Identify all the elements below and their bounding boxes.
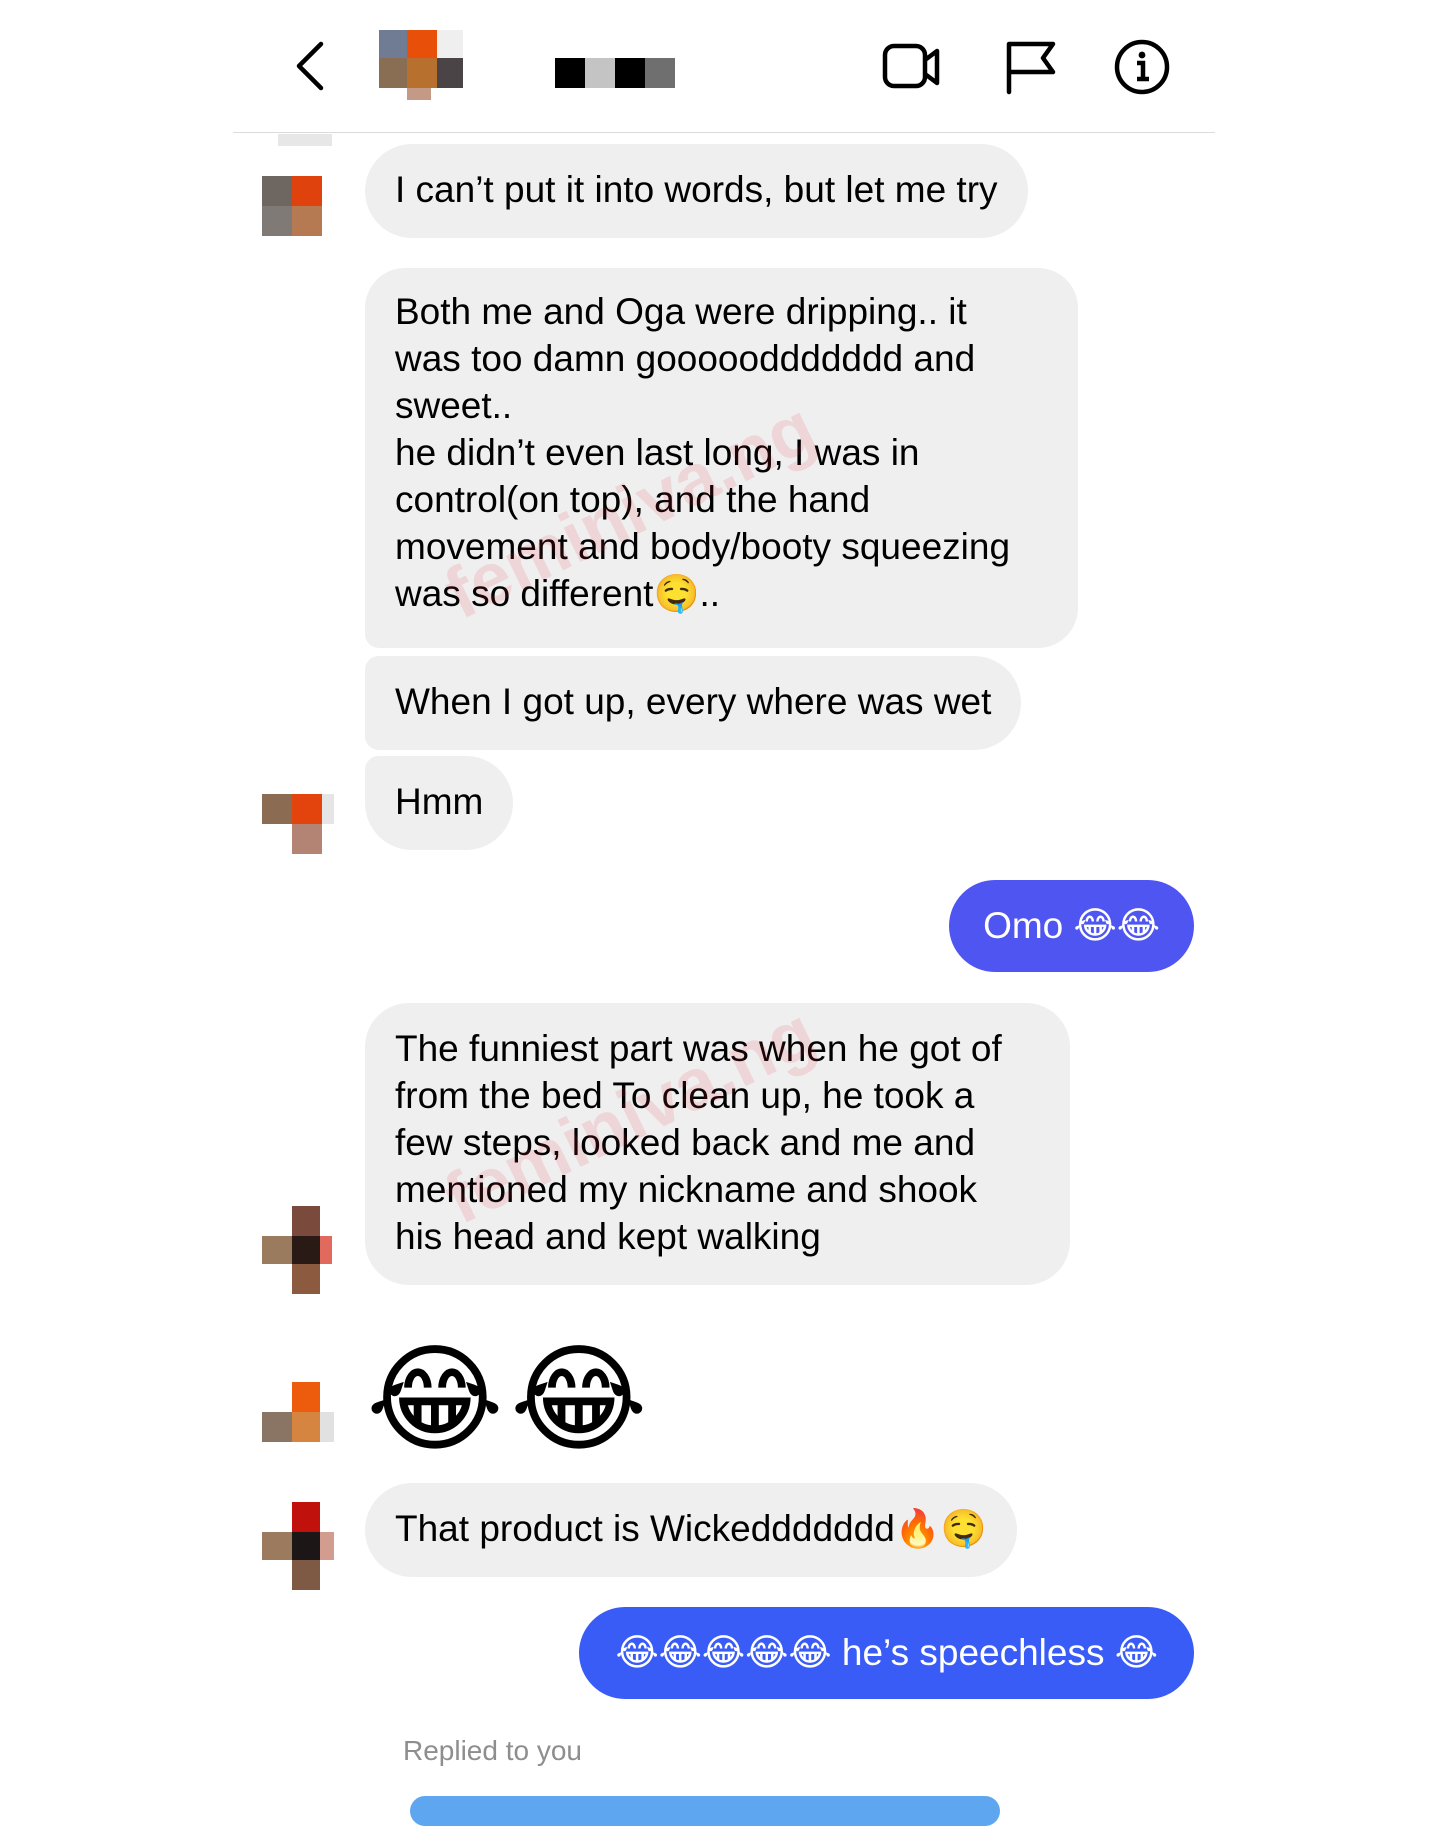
chevron-left-icon: [296, 41, 324, 91]
emoji-text: 😂😂: [366, 1334, 654, 1466]
message-text: 😂😂😂😂😂 he’s speechless 😂: [615, 1632, 1158, 1673]
chat-header: [233, 0, 1215, 133]
message-bubble-incoming[interactable]: Hmm: [365, 756, 514, 850]
info-icon: [1114, 39, 1170, 95]
message-bubble-outgoing[interactable]: 😂😂😂😂😂 he’s speechless 😂: [579, 1607, 1194, 1699]
video-call-icon: [882, 43, 940, 89]
message-line: sweet..: [395, 385, 513, 426]
message-bubble-incoming[interactable]: I can’t put it into words, but let me tr…: [365, 144, 1028, 238]
info-button[interactable]: [1111, 38, 1173, 96]
message-line: movement and body/booty squeezing: [395, 526, 1011, 567]
message-bubble-incoming[interactable]: That product is Wickeddddddd🔥🤤: [365, 1483, 1017, 1577]
avatar-partial: [278, 134, 332, 146]
back-button[interactable]: [291, 38, 331, 94]
message-bubble-outgoing[interactable]: Omo 😂😂: [949, 880, 1194, 972]
message-text: That product is Wickeddddddd🔥🤤: [395, 1508, 987, 1549]
emoji-message[interactable]: 😂😂: [366, 1330, 654, 1470]
reply-preview-bubble[interactable]: [410, 1796, 1000, 1826]
message-line: his head and kept walking: [395, 1216, 821, 1257]
sender-avatar[interactable]: [262, 176, 334, 236]
message-text: I can’t put it into words, but let me tr…: [395, 169, 998, 210]
message-line: was too damn goooooddddddd and: [395, 338, 976, 379]
contact-name-redacted[interactable]: [555, 58, 675, 88]
message-line: he didn’t even last long, I was in: [395, 432, 920, 473]
message-text: Omo 😂😂: [983, 905, 1160, 946]
video-call-button[interactable]: [881, 38, 943, 96]
message-line: from the bed To clean up, he took a: [395, 1075, 975, 1116]
message-line: The funniest part was when he got of: [395, 1028, 1002, 1069]
message-line: control(on top), and the hand: [395, 479, 871, 520]
message-line: Both me and Oga were dripping.. it: [395, 291, 967, 332]
message-text: Hmm: [395, 781, 484, 822]
sender-avatar[interactable]: [262, 1382, 334, 1442]
flag-icon: [1006, 41, 1056, 95]
message-bubble-incoming[interactable]: The funniest part was when he got of fro…: [365, 1003, 1070, 1285]
replied-to-you-label: Replied to you: [403, 1735, 583, 1766]
message-line: was so different🤤..: [395, 573, 721, 614]
report-button[interactable]: [1001, 38, 1063, 96]
contact-avatar-pixelated[interactable]: [379, 30, 471, 102]
message-line: mentioned my nickname and shook: [395, 1169, 978, 1210]
sender-avatar[interactable]: [262, 794, 334, 854]
message-text: When I got up, every where was wet: [395, 681, 992, 722]
sender-avatar[interactable]: [262, 1502, 334, 1590]
message-bubble-incoming[interactable]: When I got up, every where was wet: [365, 656, 1022, 750]
sender-avatar[interactable]: [262, 1206, 334, 1294]
message-bubble-incoming[interactable]: Both me and Oga were dripping.. it was t…: [365, 268, 1078, 648]
message-line: few steps, looked back and me and: [395, 1122, 976, 1163]
